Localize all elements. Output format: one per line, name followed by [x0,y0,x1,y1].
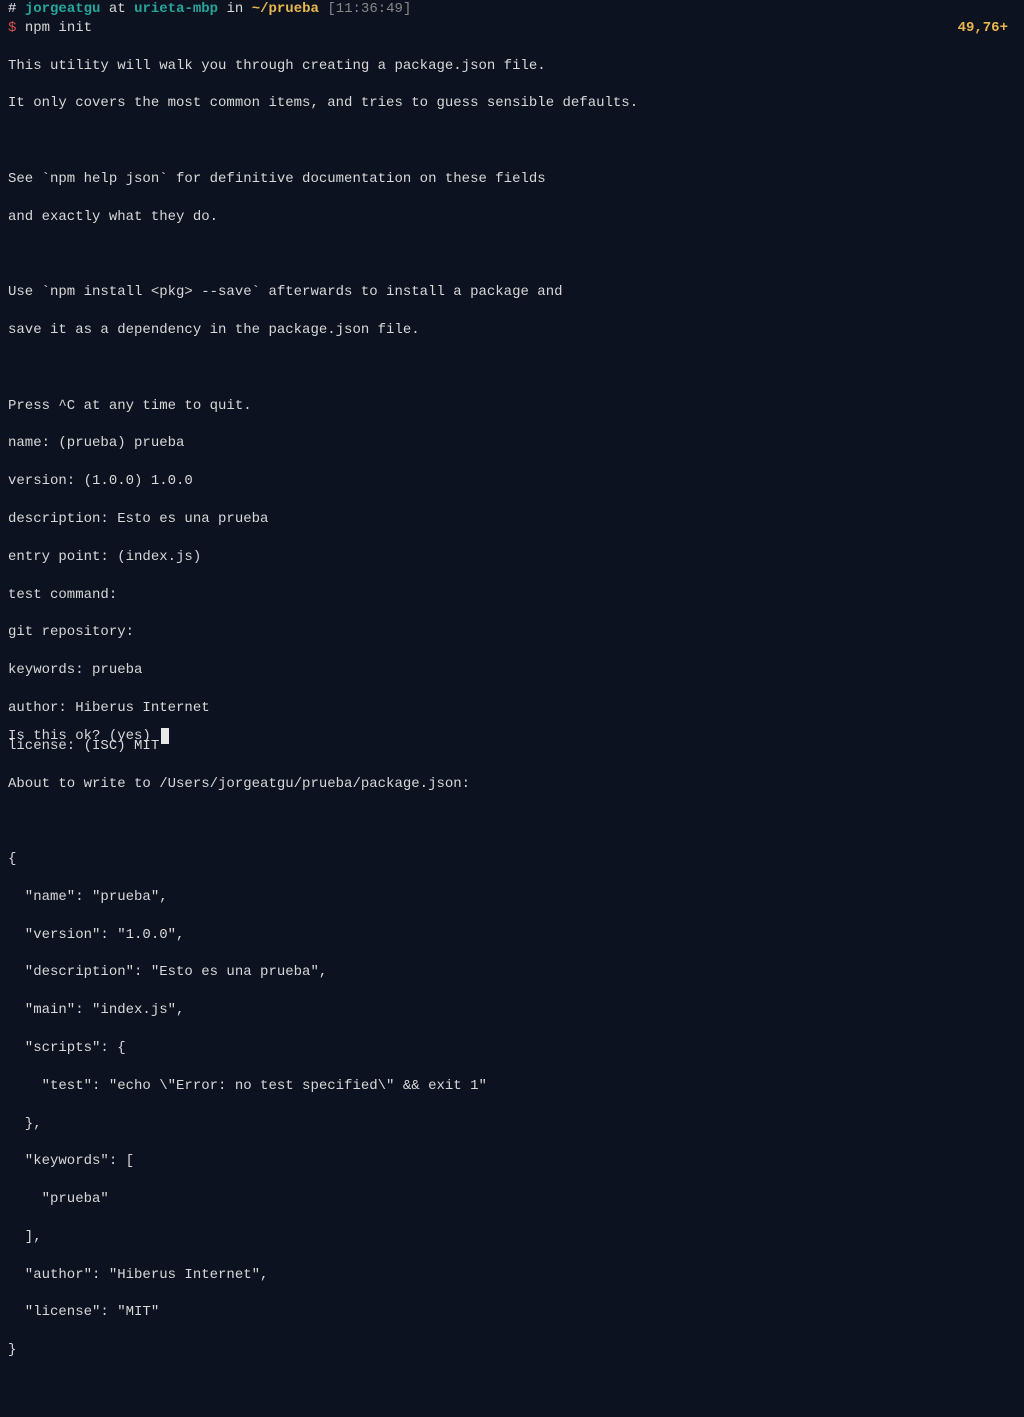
output-line: version: (1.0.0) 1.0.0 [8,472,1016,491]
output-line: "name": "prueba", [8,888,1016,907]
prompt-hash: # [8,1,16,17]
output-line: keywords: prueba [8,661,1016,680]
output-line: author: Hiberus Internet [8,699,1016,718]
output-line: save it as a dependency in the package.j… [8,321,1016,340]
prompt-user: jorgeatgu [25,1,101,17]
output-line: "description": "Esto es una prueba", [8,963,1016,982]
output-line: See `npm help json` for definitive docum… [8,170,1016,189]
output-line: "version": "1.0.0", [8,926,1016,945]
output-line: Use `npm install <pkg> --save` afterward… [8,283,1016,302]
position-indicator: 49,76+ [958,19,1008,38]
output-line: "prueba" [8,1190,1016,1209]
confirm-prompt[interactable]: Is this ok? (yes) [8,727,169,746]
output-line: It only covers the most common items, an… [8,94,1016,113]
output-line: } [8,1341,1016,1360]
output-line: test command: [8,586,1016,605]
prompt-host: urieta-mbp [134,1,218,17]
output-line: ], [8,1228,1016,1247]
output-line: "scripts": { [8,1039,1016,1058]
output-line: About to write to /Users/jorgeatgu/prueb… [8,775,1016,794]
output-line [8,132,1016,151]
output-line: "main": "index.js", [8,1001,1016,1020]
output-line: "test": "echo \"Error: no test specified… [8,1077,1016,1096]
output-line: git repository: [8,623,1016,642]
confirm-text: Is this ok? (yes) [8,728,159,744]
prompt-path: ~/prueba [252,1,319,17]
output-line: { [8,850,1016,869]
prompt-timestamp: [11:36:49] [327,1,411,17]
prompt-at: at [109,1,126,17]
output-line: "author": "Hiberus Internet", [8,1266,1016,1285]
output-line [8,812,1016,831]
output-line: "license": "MIT" [8,1303,1016,1322]
output-line: Press ^C at any time to quit. [8,397,1016,416]
output-line: }, [8,1115,1016,1134]
output-line: and exactly what they do. [8,208,1016,227]
output-line: description: Esto es una prueba [8,510,1016,529]
command-line: $ npm init [8,19,1016,38]
output-line [8,1379,1016,1398]
output-line: This utility will walk you through creat… [8,57,1016,76]
output-line [8,359,1016,378]
output-line: name: (prueba) prueba [8,434,1016,453]
output-line: "keywords": [ [8,1152,1016,1171]
shell-prompt-line: # jorgeatgu at urieta-mbp in ~/prueba [1… [8,0,1016,19]
prompt-dollar: $ [8,20,16,36]
output-line: entry point: (index.js) [8,548,1016,567]
prompt-in: in [226,1,243,17]
command-text[interactable]: npm init [25,20,92,36]
cursor-icon [161,728,169,744]
output-line [8,246,1016,265]
